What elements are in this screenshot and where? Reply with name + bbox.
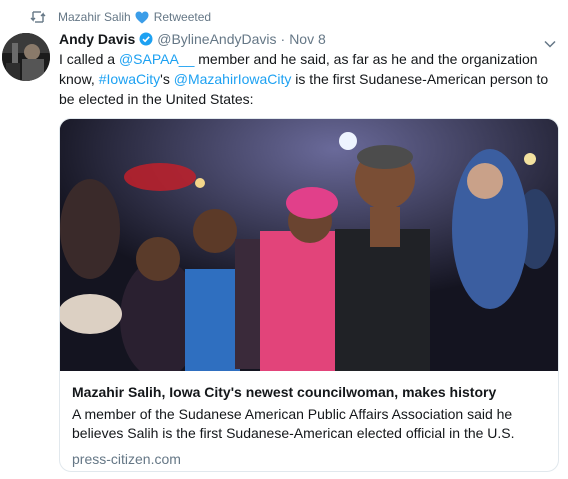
card-body: Mazahir Salih, Iowa City's newest counci… — [60, 371, 558, 468]
author-fullname[interactable]: Andy Davis — [59, 31, 135, 47]
retweeted-label: Retweeted — [153, 10, 212, 24]
tweet: Andy Davis @BylineAndyDavis · Nov 8 I ca… — [59, 29, 562, 472]
hashtag-iowacity[interactable]: #IowaCity — [99, 71, 160, 87]
tweet-timestamp[interactable]: Nov 8 — [289, 31, 326, 47]
link-card[interactable]: Mazahir Salih, Iowa City's newest counci… — [59, 118, 559, 472]
heart-icon — [135, 11, 149, 24]
avatar[interactable] — [2, 33, 50, 81]
retweeter-name[interactable]: Mazahir Salih — [58, 10, 131, 24]
retweet-icon — [30, 10, 50, 24]
tweet-header: Andy Davis @BylineAndyDavis · Nov 8 — [59, 29, 562, 49]
mention-sapaa[interactable]: @SAPAA__ — [119, 51, 194, 67]
card-description: A member of the Sudanese American Public… — [72, 406, 515, 441]
author-handle[interactable]: @BylineAndyDavis — [157, 31, 276, 47]
tweet-text-segment: I called a — [59, 51, 119, 67]
card-domain: press-citizen.com — [72, 451, 181, 467]
card-photo — [60, 119, 558, 371]
mention-mazahiriowacity[interactable]: @MazahirIowaCity — [174, 71, 292, 87]
retweet-context: Mazahir Salih Retweeted — [30, 9, 211, 25]
chevron-down-icon[interactable] — [544, 35, 556, 48]
verified-badge-icon — [139, 32, 153, 46]
separator: · — [280, 31, 286, 47]
tweet-text: I called a @SAPAA__ member and he said, … — [59, 49, 559, 109]
card-title[interactable]: Mazahir Salih, Iowa City's newest counci… — [72, 383, 546, 402]
tweet-text-segment: 's — [160, 71, 174, 87]
